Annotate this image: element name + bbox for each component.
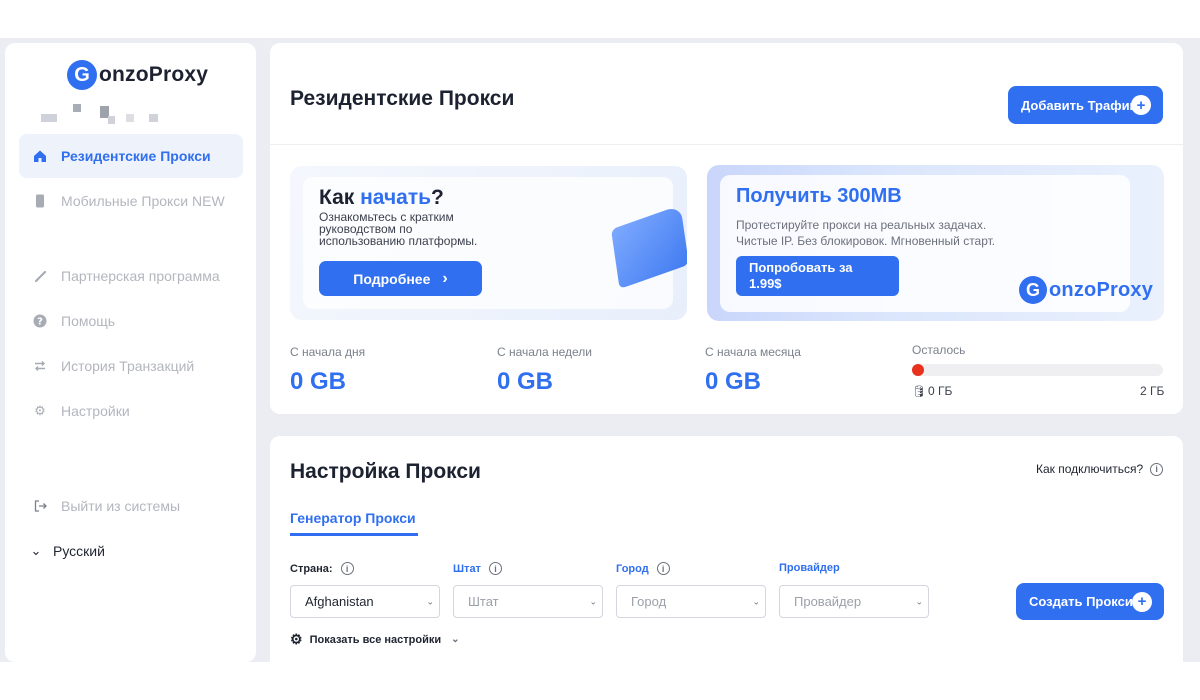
remaining-progress-bar	[912, 364, 1163, 376]
city-label: Город i	[616, 562, 670, 575]
provider-label: Провайдер	[779, 562, 840, 574]
how-to-connect-link[interactable]: Как подключиться? i	[1036, 462, 1164, 476]
sidebar-item-partner[interactable]: Партнерская программа	[19, 254, 243, 298]
language-label: Русский	[53, 543, 105, 559]
language-selector[interactable]: ⌄ Русский	[19, 529, 243, 573]
country-select[interactable]: Afghanistan ⌄	[290, 585, 440, 618]
show-all-settings-toggle[interactable]: ⚙ Показать все настройки ⌄	[290, 631, 460, 648]
country-label: Страна: i	[290, 562, 354, 575]
sidebar-item-label: Партнерская программа	[61, 268, 220, 284]
transfer-icon	[31, 357, 49, 375]
getting-started-title: Как начать?	[319, 186, 444, 209]
logout-label: Выйти из системы	[61, 498, 181, 514]
residential-overview-card: Резидентские Прокси Добавить Трафик + Ка…	[270, 43, 1183, 414]
page-title: Резидентские Прокси	[290, 87, 515, 110]
chevron-down-icon: ⌄	[589, 596, 597, 606]
learn-more-label: Подробнее	[353, 270, 431, 287]
logo-mark: G	[67, 60, 97, 90]
sidebar-item-help[interactable]: ? Помощь	[19, 299, 243, 343]
sidebar-item-mobile[interactable]: Мобильные Прокси NEW	[19, 179, 243, 223]
sidebar-item-settings[interactable]: ⚙ Настройки	[19, 389, 243, 433]
getting-started-banner: Как начать? Ознакомьтесь с кратким руков…	[290, 166, 687, 320]
state-label: Штат i	[453, 562, 502, 575]
remaining-progress-fill	[912, 364, 924, 376]
sidebar-item-label: Настройки	[61, 403, 130, 419]
chevron-down-icon: ⌄	[30, 543, 42, 558]
logo-text: onzoProxy	[99, 63, 209, 86]
trial-title: Получить 300MB	[736, 185, 902, 207]
sidebar-item-residential[interactable]: Резидентские Прокси	[19, 134, 243, 178]
getting-started-description: Ознакомьтесь с кратким руководством по и…	[319, 210, 478, 248]
logout-button[interactable]: Выйти из системы	[19, 484, 243, 528]
trial-description: Протестируйте прокси на реальных задачах…	[736, 218, 996, 248]
sidebar-item-label: Резидентские Прокси	[61, 148, 211, 164]
home-icon	[31, 147, 49, 165]
sidebar: G onzoProxy Резидентские Прокси Мобильны…	[5, 43, 256, 662]
info-icon[interactable]: i	[488, 562, 502, 575]
add-traffic-label: Добавить Трафик	[1021, 97, 1137, 113]
mobile-icon	[31, 192, 49, 210]
remaining-min: 🛢 0 ГБ	[912, 384, 953, 398]
create-proxy-button[interactable]: Создать Прокси +	[1016, 583, 1164, 620]
chevron-down-icon: ⌄	[426, 596, 434, 606]
chevron-down-icon: ⌄	[915, 596, 923, 606]
chevron-down-icon: ⌄	[752, 596, 760, 606]
sidebar-item-label: Помощь	[61, 313, 116, 329]
info-icon[interactable]: i	[340, 562, 354, 575]
gear-icon: ⚙	[34, 403, 46, 418]
sidebar-item-label: История Транзакций	[61, 358, 195, 374]
trial-banner: Получить 300MB Протестируйте прокси на р…	[707, 165, 1164, 321]
database-icon: 🛢	[912, 385, 926, 398]
gear-icon: ⚙	[290, 631, 303, 647]
sidebar-item-label: Мобильные Прокси NEW	[61, 193, 225, 209]
svg-text:?: ?	[37, 317, 43, 328]
help-icon: ?	[31, 312, 49, 330]
brand-logo[interactable]: G onzoProxy	[67, 59, 208, 91]
stat-today: С начала дня 0 GB	[290, 345, 366, 395]
add-traffic-button[interactable]: Добавить Трафик +	[1008, 86, 1163, 124]
try-trial-label: Попробовать за 1.99$	[749, 260, 853, 291]
info-icon: i	[1150, 462, 1164, 476]
logout-icon	[31, 497, 49, 515]
city-select[interactable]: Город ⌄	[616, 585, 766, 618]
chevron-right-icon: ›	[442, 269, 448, 287]
link-icon	[31, 267, 49, 285]
card-header: Резидентские Прокси Добавить Трафик +	[270, 43, 1183, 145]
tab-proxy-generator[interactable]: Генератор Прокси	[290, 510, 418, 536]
stat-month: С начала месяца 0 GB	[705, 345, 801, 395]
stat-week: С начала недели 0 GB	[497, 345, 592, 395]
provider-select[interactable]: Провайдер ⌄	[779, 585, 929, 618]
plus-icon: +	[1132, 591, 1152, 612]
state-select[interactable]: Штат ⌄	[453, 585, 603, 618]
proxy-setup-card: Настройка Прокси Как подключиться? i Ген…	[270, 436, 1183, 662]
plus-icon: +	[1131, 95, 1151, 115]
remaining-max: 2 ГБ	[1140, 384, 1165, 398]
banner-logo: G onzoProxy	[1019, 276, 1153, 304]
section-title: Настройка Прокси	[290, 460, 481, 483]
learn-more-button[interactable]: Подробнее ›	[319, 261, 482, 296]
info-icon[interactable]: i	[656, 562, 670, 575]
chevron-down-icon: ⌄	[451, 634, 460, 645]
try-trial-button[interactable]: Попробовать за 1.99$	[736, 256, 899, 296]
sidebar-item-transactions[interactable]: История Транзакций	[19, 344, 243, 388]
remaining-label: Осталось	[912, 343, 966, 357]
